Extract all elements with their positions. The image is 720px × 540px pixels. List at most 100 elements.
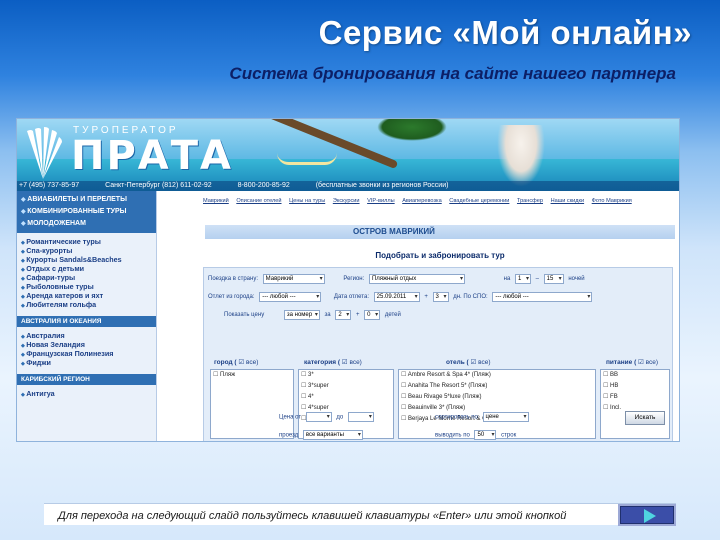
nights-on-label: на [503, 276, 511, 282]
country-select[interactable]: Маврикий [262, 274, 325, 284]
nav-link-photos[interactable]: Фото Маврикия [592, 198, 632, 204]
row-price: Показать цену за номер за 2 + 0 детей [224, 310, 401, 322]
price-to-label: до [336, 414, 344, 421]
menu-region-oceania[interactable]: АВСТРАЛИЯ И ОКЕАНИЯ [17, 316, 156, 327]
price-type-select[interactable]: за номер [283, 310, 320, 320]
children-select[interactable]: 0 [364, 310, 381, 320]
nav-link-vip[interactable]: VIP-виллы [367, 198, 395, 204]
hotel-option[interactable]: Beau Rivage 5*luxe (Пляж) [399, 392, 595, 403]
menu-item-golf[interactable]: Любителям гольфа [17, 300, 156, 309]
beach-photo[interactable] [679, 269, 680, 339]
menu-item-safari[interactable]: Сафари-туры [17, 273, 156, 282]
adults-select[interactable]: 2 [335, 310, 352, 320]
nights-to-select[interactable]: 15 [543, 274, 564, 284]
site-header-banner: ТУРОПЕРАТОР ПРАТА +7 (495) 737-85-97 Сан… [17, 119, 679, 191]
search-button[interactable]: Искать [625, 411, 665, 425]
menu-item-new-zealand[interactable]: Новая Зеландия [17, 340, 156, 349]
footer-bar: Для перехода на следующий слайд пользуйт… [44, 503, 676, 525]
nights-from-select[interactable]: 1 [514, 274, 531, 284]
menu-item-antigua[interactable]: Антигуа [17, 389, 156, 398]
menu-item-fishing[interactable]: Рыболовные туры [17, 282, 156, 291]
price-to-input[interactable] [347, 412, 374, 422]
region-select[interactable]: Пляжный отдых [368, 274, 465, 284]
top-nav: Маврикий Описание отелей Цены на туры Эк… [203, 198, 679, 208]
nav-link-excursions[interactable]: Экскурсии [333, 198, 360, 204]
menu-item-romantic[interactable]: Романтические туры [17, 237, 156, 246]
wedding-couple-image [497, 125, 545, 187]
spo-select[interactable]: --- любой --- [492, 292, 593, 302]
country-label: Поездка в страну: [208, 276, 258, 282]
meal-option[interactable]: BB [601, 370, 669, 381]
photo-strip [679, 191, 680, 442]
meal-list[interactable]: BB HB FB Incl. [600, 369, 670, 439]
category-column-header[interactable]: категория ( [304, 358, 362, 366]
beach-photo[interactable] [679, 191, 680, 261]
hotel-column-header[interactable]: отель ( [446, 358, 491, 366]
city-label: Отлет из города: [208, 294, 255, 300]
city-column-header[interactable]: город ( [214, 358, 258, 366]
menu-item-newlyweds[interactable]: МОЛОДОЖЕНАМ [17, 218, 156, 230]
beach-photo[interactable] [679, 347, 680, 417]
menu-item-spa[interactable]: Спа-курорты [17, 246, 156, 255]
menu-item-fiji[interactable]: Фиджи [17, 358, 156, 367]
menu-caribbean-list: Антигуа [17, 385, 156, 402]
nav-link-prices[interactable]: Цены на туры [289, 198, 325, 204]
price-plus: + [355, 312, 360, 318]
menu-item-kids[interactable]: Отдых с детьми [17, 264, 156, 273]
meal-option[interactable]: FB [601, 392, 669, 403]
phone-spb: Санкт-Петербург (812) 611-02-92 [105, 182, 212, 189]
row-departure: Отлет из города: --- любой --- Дата отле… [208, 292, 595, 304]
menu-region-caribbean[interactable]: КАРИБСКИЙ РЕГИОН [17, 374, 156, 385]
logo-name[interactable]: ПРАТА [71, 133, 233, 179]
hammock-image [277, 153, 337, 165]
row-country: Поездка в страну: Маврикий Регион: Пляжн… [208, 274, 585, 286]
booking-heading: Подобрать и забронировать тур [375, 251, 505, 260]
nights-dash: – [535, 276, 539, 282]
menu-item-sandals[interactable]: Курорты Sandals&Beaches [17, 255, 156, 264]
menu-item-flights[interactable]: АВИАБИЛЕТЫ И ПЕРЕЛЕТЫ [17, 194, 156, 206]
slide-title: Сервис «Мой онлайн» [318, 14, 692, 51]
category-option[interactable]: 3* [299, 370, 393, 381]
date-input[interactable]: 25.09.2011 [373, 292, 420, 302]
nav-link-weddings[interactable]: Свадебные церемонии [449, 198, 509, 204]
website-screenshot: ТУРОПЕРАТОР ПРАТА +7 (495) 737-85-97 Сан… [16, 118, 680, 442]
hotel-option[interactable]: Ambre Resort & Spa 4* (Пляж) [399, 370, 595, 381]
hotel-option[interactable]: Anahita The Resort 5* (Пляж) [399, 381, 595, 392]
nav-link-mauritius[interactable]: Маврикий [203, 198, 229, 204]
nav-link-air[interactable]: Авиаперевозка [402, 198, 442, 204]
sort-select[interactable]: цене [482, 412, 529, 422]
nav-link-hotels[interactable]: Описание отелей [236, 198, 281, 204]
transfer-select[interactable]: все варианты [302, 430, 363, 440]
menu-item-yachts[interactable]: Аренда катеров и яхт [17, 291, 156, 300]
sort-filter: сортировать по цене [435, 412, 532, 422]
nav-link-transfer[interactable]: Трансфер [517, 198, 543, 204]
city-option[interactable]: Пляж [211, 370, 293, 381]
menu-item-polynesia[interactable]: Французская Полинезия [17, 349, 156, 358]
hotel-list[interactable]: Ambre Resort & Spa 4* (Пляж) Anahita The… [398, 369, 596, 439]
left-menu: АВИАБИЛЕТЫ И ПЕРЕЛЕТЫ КОМБИНИРОВАННЫЕ ТУ… [17, 191, 157, 441]
meal-option[interactable]: HB [601, 381, 669, 392]
category-option[interactable]: 4* [299, 392, 393, 403]
price-show-label: Показать цену [224, 312, 265, 318]
nav-link-discounts[interactable]: Наши скидки [551, 198, 585, 204]
menu-secondary: Романтические туры Спа-курорты Курорты S… [17, 233, 156, 313]
city-select[interactable]: --- любой --- [259, 292, 322, 302]
menu-item-combined-tours[interactable]: КОМБИНИРОВАННЫЕ ТУРЫ [17, 206, 156, 218]
output-select[interactable]: 50 [474, 430, 497, 440]
price-from-label: от [295, 414, 302, 421]
days-select[interactable]: 3 [432, 292, 449, 302]
transfer-filter: проезд все варианты [279, 430, 366, 440]
meal-column-header[interactable]: питание ( [606, 358, 658, 366]
logo-fan-icon[interactable] [21, 125, 65, 183]
category-list[interactable]: 3* 3*super 4* 4*super 5* [298, 369, 394, 439]
city-list[interactable]: Пляж [210, 369, 294, 439]
phone-note: (бесплатные звонки из регионов России) [315, 182, 449, 189]
price-from-input[interactable] [305, 412, 332, 422]
menu-item-australia[interactable]: Австралия [17, 331, 156, 340]
category-option[interactable]: 3*super [299, 381, 393, 392]
next-slide-button[interactable] [618, 504, 676, 526]
children-label: детей [384, 312, 401, 318]
output-label: выводить по [435, 432, 470, 439]
transfer-label: проезд [279, 432, 299, 439]
rows-label: строк [501, 432, 517, 439]
